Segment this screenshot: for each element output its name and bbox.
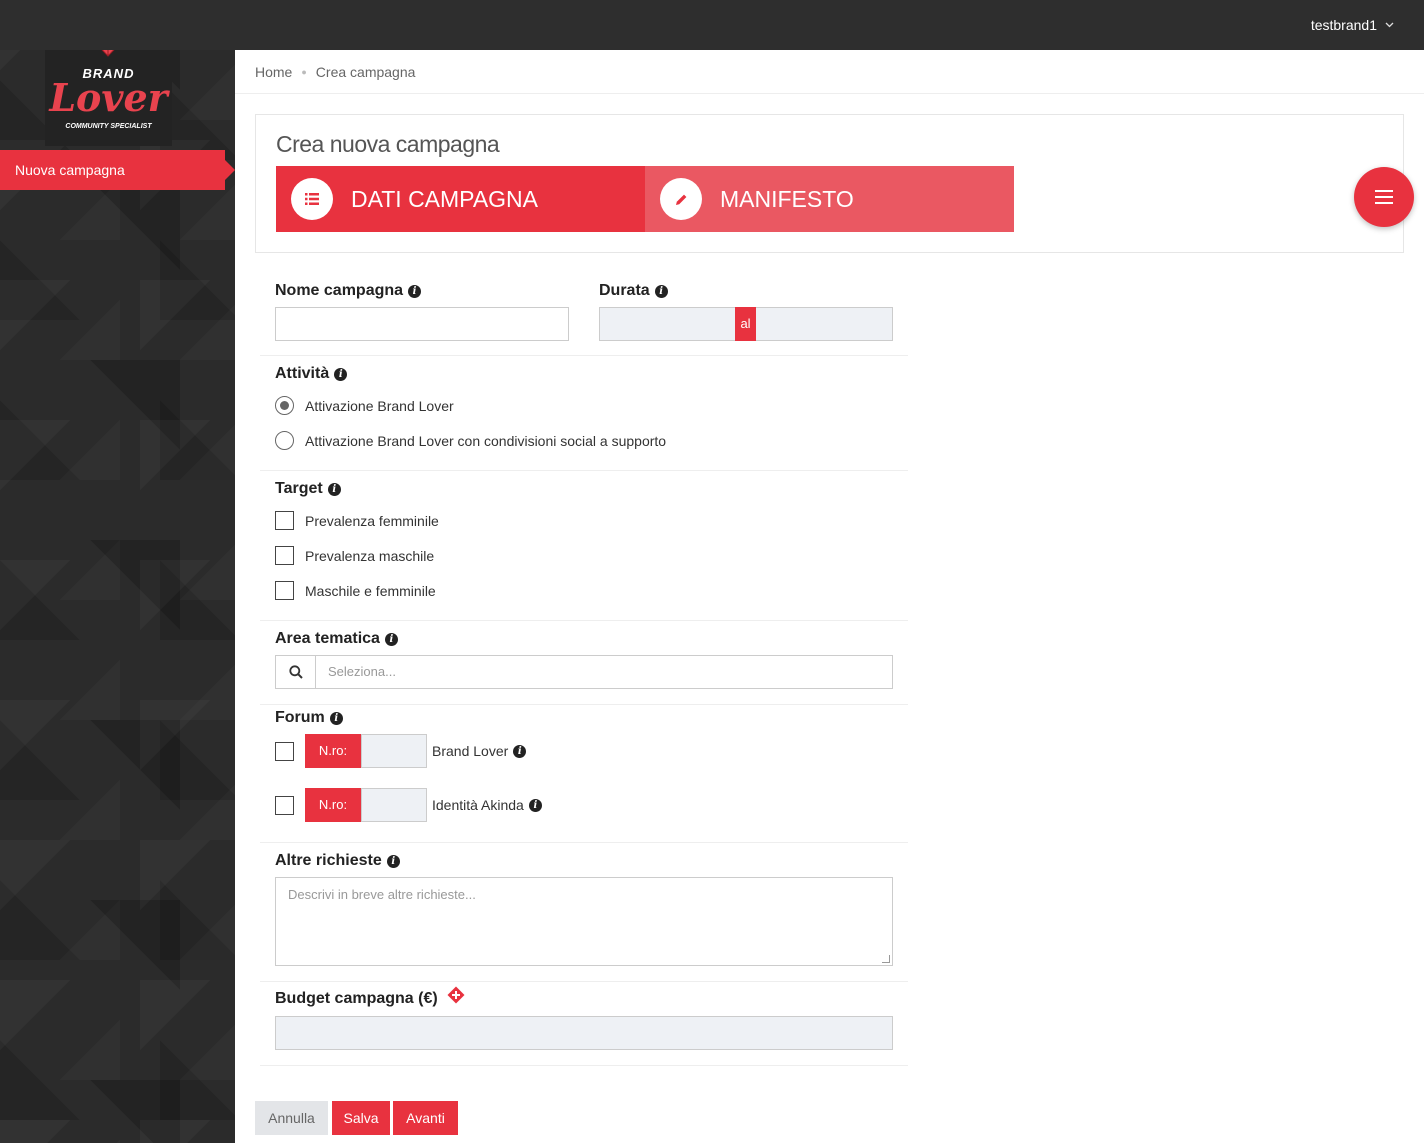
info-icon[interactable]: i: [384, 632, 398, 646]
pencil-icon: [660, 178, 702, 220]
durata-start-input[interactable]: [600, 308, 735, 340]
user-menu[interactable]: testbrand1: [1311, 17, 1394, 33]
page-title: Crea nuova campagna: [276, 131, 500, 157]
budget-input[interactable]: [275, 1016, 893, 1050]
wizard-header-panel: Crea nuova campagna DATI CAMPAGNA MANIFE…: [255, 114, 1404, 253]
nro-input[interactable]: [361, 788, 427, 822]
list-icon: [291, 178, 333, 220]
radio-button[interactable]: [275, 396, 294, 415]
checkbox-label: Prevalenza maschile: [305, 547, 435, 564]
forum-name: Brand Lover i: [432, 743, 527, 759]
step-label: DATI CAMPAGNA: [351, 185, 538, 212]
info-icon[interactable]: i: [386, 854, 400, 868]
label-text: Budget campagna (€): [275, 990, 438, 1007]
divider: [260, 620, 908, 621]
forum-name-text: Identità Akinda: [432, 797, 524, 813]
search-icon: [276, 656, 316, 688]
forum-name-text: Brand Lover: [432, 743, 509, 759]
floating-menu-button[interactable]: [1354, 167, 1414, 227]
checkbox[interactable]: [275, 546, 294, 565]
step-dati-campagna[interactable]: DATI CAMPAGNA: [276, 166, 645, 232]
save-button[interactable]: Salva: [332, 1101, 390, 1135]
nro-prefix: N.ro:: [305, 788, 361, 822]
durata-label: Durata i: [599, 282, 668, 300]
radio-button[interactable]: [275, 431, 294, 450]
info-icon[interactable]: i: [654, 284, 668, 298]
username: testbrand1: [1310, 17, 1377, 33]
target-option-femminile[interactable]: Prevalenza femminile: [275, 511, 439, 530]
step-manifesto[interactable]: MANIFESTO: [645, 166, 1014, 232]
divider: [260, 704, 908, 705]
attivita-option-1[interactable]: Attivazione Brand Lover: [275, 396, 454, 415]
label-text: Nome campagna: [275, 282, 404, 299]
attivita-option-2[interactable]: Attivazione Brand Lover con condivisioni…: [275, 431, 666, 450]
checkbox-label: Maschile e femminile: [305, 582, 436, 599]
breadcrumb-separator-icon: ●: [301, 66, 307, 77]
breadcrumb: Home ● Crea campagna: [235, 50, 1424, 94]
target-option-maschile[interactable]: Prevalenza maschile: [275, 546, 434, 565]
forum-label: Forum i: [275, 709, 343, 727]
hamburger-icon: [1375, 190, 1393, 204]
checkbox[interactable]: [275, 795, 294, 815]
next-button[interactable]: Avanti: [393, 1101, 458, 1135]
nro-input[interactable]: [361, 734, 427, 768]
divider: [260, 470, 908, 471]
info-icon[interactable]: i: [329, 711, 343, 725]
info-icon[interactable]: i: [408, 284, 422, 298]
label-text: Durata: [599, 282, 650, 299]
label-text: Target: [275, 480, 323, 497]
divider: [260, 355, 908, 356]
checkbox[interactable]: [275, 511, 294, 530]
info-icon[interactable]: i: [513, 744, 527, 758]
altre-richieste-label: Altre richieste i: [275, 852, 400, 870]
checkbox[interactable]: [275, 581, 294, 600]
sidebar: BRAND Lover COMMUNITY SPECIALIST Nuova c…: [0, 0, 235, 1143]
forum-name: Identità Akinda i: [432, 797, 542, 813]
breadcrumb-current: Crea campagna: [315, 63, 416, 80]
budget-label: Budget campagna (€): [275, 986, 465, 1008]
info-icon[interactable]: i: [334, 367, 348, 381]
info-icon[interactable]: i: [528, 798, 542, 812]
radio-label: Attivazione Brand Lover: [305, 397, 454, 414]
divider: [260, 842, 908, 843]
sidebar-item-nuova-campagna[interactable]: Nuova campagna: [0, 150, 235, 190]
chevron-down-icon: [1385, 20, 1394, 31]
label-text: Forum: [275, 709, 325, 726]
checkbox[interactable]: [275, 741, 294, 761]
divider: [260, 1065, 908, 1066]
nome-campagna-label: Nome campagna i: [275, 282, 422, 300]
target-label: Target i: [275, 480, 341, 498]
checkbox-label: Prevalenza femminile: [305, 512, 439, 529]
attivita-label: Attività i: [275, 365, 348, 383]
cancel-button[interactable]: Annulla: [255, 1101, 328, 1135]
divider: [260, 981, 908, 982]
durata-end-input[interactable]: [756, 308, 892, 340]
textarea-placeholder: Descrivi in breve altre richieste...: [288, 887, 476, 902]
label-text: Altre richieste: [275, 852, 382, 869]
breadcrumb-home-link[interactable]: Home: [255, 64, 292, 80]
radio-selected-dot: [280, 401, 289, 410]
label-text: Area tematica: [275, 630, 380, 647]
area-tematica-select[interactable]: Seleziona...: [275, 655, 893, 689]
durata-separator: al: [735, 307, 756, 341]
forum-row-identita-akinda: N.ro: Identità Akinda i: [275, 788, 542, 822]
radio-label: Attivazione Brand Lover con condivisioni…: [305, 432, 667, 449]
step-label: MANIFESTO: [720, 185, 854, 212]
required-icon: [447, 986, 465, 1004]
area-tematica-label: Area tematica i: [275, 630, 398, 648]
altre-richieste-textarea[interactable]: Descrivi in breve altre richieste...: [275, 877, 893, 966]
logo-tagline: COMMUNITY SPECIALIST: [65, 123, 152, 130]
logo-lover-text: Lover: [49, 75, 168, 120]
target-option-entrambi[interactable]: Maschile e femminile: [275, 581, 436, 600]
info-icon[interactable]: i: [327, 482, 341, 496]
nro-prefix: N.ro:: [305, 734, 361, 768]
forum-row-brand-lover: N.ro: Brand Lover i: [275, 734, 527, 768]
area-tematica-input[interactable]: Seleziona...: [316, 656, 892, 688]
top-bar: testbrand1: [0, 0, 1424, 50]
label-text: Attività: [275, 365, 330, 382]
nome-campagna-input[interactable]: [275, 307, 569, 341]
resize-handle-icon[interactable]: [882, 955, 890, 963]
